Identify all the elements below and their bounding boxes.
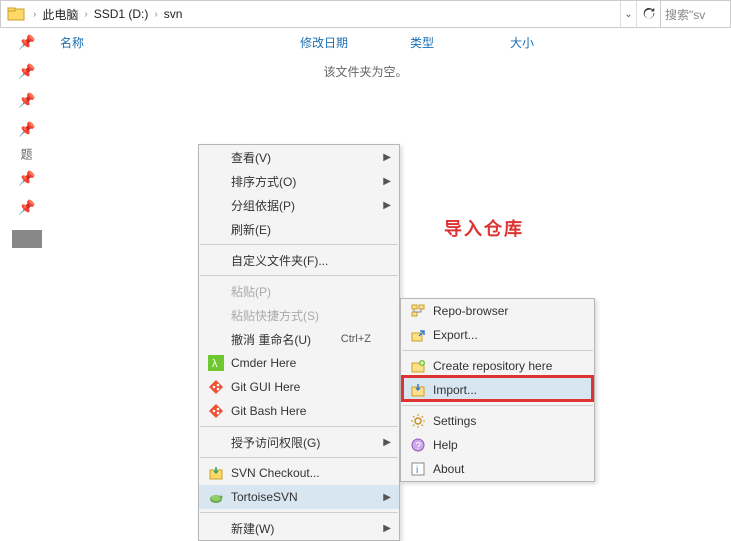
sidebar-block <box>12 230 42 248</box>
chevron-right-icon: › <box>80 9 91 20</box>
settings-icon <box>409 412 427 430</box>
menu-view[interactable]: 查看(V)▶ <box>199 145 399 169</box>
submenu-about[interactable]: iAbout <box>401 457 594 481</box>
menu-undo-rename[interactable]: 撤消 重命名(U)Ctrl+Z <box>199 327 399 351</box>
sidebar-label: 题 <box>0 144 53 164</box>
column-size[interactable]: 大小 <box>510 34 570 51</box>
create-repo-icon <box>409 357 427 375</box>
address-dropdown-icon[interactable]: ⌄ <box>620 1 636 27</box>
svg-text:?: ? <box>416 441 422 452</box>
menu-git-gui[interactable]: Git GUI Here <box>199 375 399 399</box>
menu-refresh[interactable]: 刷新(E) <box>199 217 399 241</box>
menu-paste: 粘贴(P) <box>199 279 399 303</box>
menu-git-bash[interactable]: Git Bash Here <box>199 399 399 423</box>
chevron-right-icon: › <box>29 9 40 20</box>
folder-icon <box>7 5 25 23</box>
empty-folder-message: 该文件夹为空。 <box>0 63 731 80</box>
chevron-right-icon: › <box>150 9 161 20</box>
submenu-help[interactable]: ?Help <box>401 433 594 457</box>
pin-icon[interactable]: 📌 <box>0 164 54 193</box>
repo-browser-icon <box>409 302 427 320</box>
submenu-create-repo[interactable]: Create repository here <box>401 354 594 378</box>
import-icon <box>409 381 427 399</box>
menu-sort[interactable]: 排序方式(O)▶ <box>199 169 399 193</box>
pin-icon[interactable]: 📌 <box>0 193 54 222</box>
annotation-text: 导入仓库 <box>444 215 524 241</box>
column-headers: 名称 修改日期 类型 大小 <box>0 28 731 55</box>
export-icon <box>409 326 427 344</box>
refresh-icon[interactable] <box>636 1 660 27</box>
menu-svn-checkout[interactable]: SVN Checkout... <box>199 461 399 485</box>
menu-tortoisesvn[interactable]: TortoiseSVN▶ <box>199 485 399 509</box>
lambda-icon: λ <box>207 354 225 372</box>
menu-paste-shortcut: 粘贴快捷方式(S) <box>199 303 399 327</box>
crumb-drive[interactable]: SSD1 (D:) <box>92 5 151 23</box>
address-bar[interactable]: › 此电脑 › SSD1 (D:) › svn ⌄ 搜索"sv <box>0 0 731 28</box>
pin-icon[interactable]: 📌 <box>0 28 54 57</box>
submenu-repo-browser[interactable]: Repo-browser <box>401 299 594 323</box>
tortoise-icon <box>207 488 225 506</box>
column-type[interactable]: 类型 <box>410 34 510 51</box>
help-icon: ? <box>409 436 427 454</box>
menu-customize-folder[interactable]: 自定义文件夹(F)... <box>199 248 399 272</box>
context-menu: 查看(V)▶ 排序方式(O)▶ 分组依据(P)▶ 刷新(E) 自定义文件夹(F)… <box>198 144 400 541</box>
submenu-export[interactable]: Export... <box>401 323 594 347</box>
menu-grant-access[interactable]: 授予访问权限(G)▶ <box>199 430 399 454</box>
pin-icon[interactable]: 📌 <box>0 57 54 86</box>
git-icon <box>207 402 225 420</box>
search-input[interactable]: 搜索"sv <box>660 1 730 27</box>
tortoisesvn-submenu: Repo-browser Export... Create repository… <box>400 298 595 482</box>
svn-checkout-icon <box>207 464 225 482</box>
submenu-import[interactable]: Import... <box>401 378 594 402</box>
crumb-folder[interactable]: svn <box>162 5 185 23</box>
svg-text:λ: λ <box>212 358 218 370</box>
submenu-settings[interactable]: Settings <box>401 409 594 433</box>
quick-access-sidebar: 📌 📌 📌 📌 题 📌 📌 <box>0 28 54 503</box>
svg-text:i: i <box>416 465 418 476</box>
pin-icon[interactable]: 📌 <box>0 86 54 115</box>
menu-group[interactable]: 分组依据(P)▶ <box>199 193 399 217</box>
crumb-root[interactable]: 此电脑 <box>40 4 80 25</box>
pin-icon[interactable]: 📌 <box>0 115 54 144</box>
column-name[interactable]: 名称 <box>60 34 300 51</box>
git-icon <box>207 378 225 396</box>
column-date[interactable]: 修改日期 <box>300 34 410 51</box>
menu-new[interactable]: 新建(W)▶ <box>199 516 399 540</box>
about-icon: i <box>409 460 427 478</box>
menu-cmder-here[interactable]: λCmder Here <box>199 351 399 375</box>
